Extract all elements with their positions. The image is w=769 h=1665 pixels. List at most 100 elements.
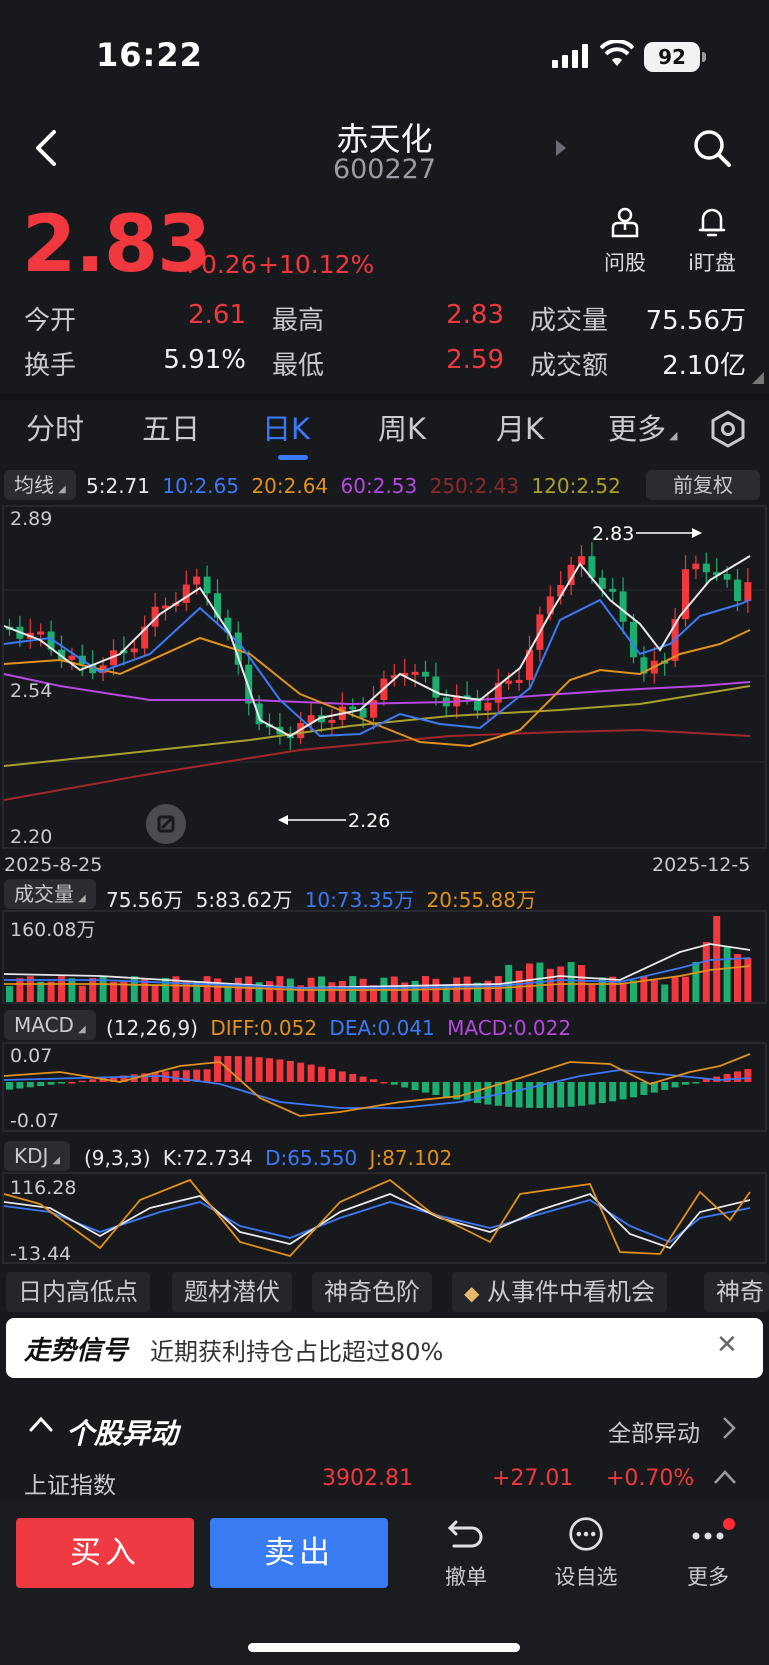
macd-bar xyxy=(557,1082,565,1108)
volume-selector[interactable]: 成交量 ◢ xyxy=(4,879,96,909)
chevron-right-icon[interactable] xyxy=(722,1416,736,1440)
feature-magic-color[interactable]: 神奇色阶 xyxy=(312,1272,432,1312)
macd-bar xyxy=(172,1070,180,1082)
volume-bar xyxy=(432,978,440,1002)
volume-bar xyxy=(234,977,242,1002)
more-dots-icon xyxy=(692,1518,735,1540)
macd-bar xyxy=(567,1082,575,1107)
tab-five-day[interactable]: 五日 xyxy=(142,406,200,448)
add-watchlist-button[interactable]: 设自选 xyxy=(546,1516,626,1591)
volume-bar xyxy=(650,979,658,1002)
feature-magic-more[interactable]: 神奇 xyxy=(704,1272,769,1312)
candle-body xyxy=(692,563,700,570)
volume-chart[interactable] xyxy=(0,910,769,1004)
candle-body xyxy=(515,679,523,683)
candle-body xyxy=(203,576,211,594)
kdj-chart[interactable] xyxy=(0,1172,769,1264)
macd-bar xyxy=(78,1080,86,1083)
kline-date-start: 2025-8-25 xyxy=(4,854,103,876)
macd-bar xyxy=(442,1082,450,1098)
kdj-k-line xyxy=(3,1192,751,1250)
macd-bar xyxy=(307,1064,315,1082)
trend-signal-title: 走势信号 xyxy=(24,1336,129,1366)
macd-bar xyxy=(359,1076,367,1082)
volume-ma10: 10:73.35万 xyxy=(304,888,415,912)
macd-bar xyxy=(422,1082,429,1093)
macd-bar xyxy=(744,1069,752,1082)
volume-values: 75.56万 5:83.62万 10:73.35万 20:55.88万 xyxy=(106,884,542,913)
macd-bar xyxy=(214,1056,221,1082)
macd-dea: DEA:0.041 xyxy=(329,1016,435,1040)
macd-bar xyxy=(68,1082,76,1084)
undo-icon xyxy=(447,1520,483,1548)
macd-bar xyxy=(401,1082,409,1088)
ask-stock-button[interactable]: 问股 xyxy=(594,206,656,277)
search-icon[interactable] xyxy=(692,128,732,168)
kline-chart[interactable] xyxy=(0,504,769,850)
tab-timeshare[interactable]: 分时 xyxy=(26,406,84,448)
settings-hexagon-icon[interactable] xyxy=(710,410,746,448)
sell-button[interactable]: 卖出 xyxy=(210,1518,388,1588)
tab-monthly-k[interactable]: 月K xyxy=(496,406,544,448)
min-price-arrow-icon xyxy=(278,815,346,825)
stat-value-turnover: 5.91% xyxy=(163,345,246,375)
max-price-marker: 2.83 xyxy=(592,523,635,545)
candle-body xyxy=(130,648,138,653)
next-stock-icon[interactable] xyxy=(556,140,566,156)
close-icon[interactable]: ✕ xyxy=(716,1330,738,1360)
volume-ma5: 5:83.62万 xyxy=(195,888,293,912)
cancel-order-button[interactable]: 撤单 xyxy=(426,1516,506,1591)
more-label: 更多 xyxy=(687,1565,729,1589)
ma10-value: 10:2.65 xyxy=(162,474,240,498)
volume-bar xyxy=(130,976,138,1002)
macd-bar xyxy=(370,1079,377,1082)
tab-weekly-k[interactable]: 周K xyxy=(378,406,426,448)
kdj-d-line xyxy=(3,1199,751,1244)
feature-theme-lurk[interactable]: 题材潜伏 xyxy=(172,1272,292,1312)
kdj-selector[interactable]: KDJ ◢ xyxy=(4,1141,71,1171)
home-indicator xyxy=(248,1643,520,1652)
min-price-marker: 2.26 xyxy=(348,810,391,832)
draw-tool-button[interactable] xyxy=(146,804,186,844)
divider xyxy=(0,394,769,400)
volume-bar xyxy=(6,986,13,1002)
macd-bar xyxy=(515,1082,523,1108)
kline-date-end: 2025-12-5 xyxy=(652,854,751,876)
chevron-up-icon[interactable] xyxy=(712,1468,738,1486)
macd-bar xyxy=(203,1069,211,1082)
adjust-selector[interactable]: 前复权 xyxy=(646,470,760,500)
all-anomaly-link[interactable]: 全部异动 xyxy=(608,1414,700,1448)
tab-daily-k[interactable]: 日K xyxy=(262,406,310,448)
chevron-up-icon[interactable] xyxy=(28,1414,54,1434)
volume-bar xyxy=(671,977,679,1002)
macd-bar xyxy=(411,1082,419,1091)
volume-bar xyxy=(567,962,575,1002)
index-change: +27.01 xyxy=(492,1466,574,1491)
ma20-value: 20:2.64 xyxy=(251,474,329,498)
feature-intraday-highlow[interactable]: 日内高低点 xyxy=(6,1272,150,1312)
price-change: +0.26 xyxy=(180,250,257,279)
feature-event-opportunity[interactable]: ◆ 从事件中看机会 xyxy=(452,1272,668,1312)
candle-body xyxy=(484,702,492,711)
buy-button[interactable]: 买入 xyxy=(16,1518,194,1588)
volume-y-top: 160.08万 xyxy=(10,919,96,941)
kdj-j: J:87.102 xyxy=(369,1146,453,1170)
macd-bar xyxy=(26,1082,34,1088)
candle-body xyxy=(422,671,429,677)
tab-more[interactable]: 更多 ◢ xyxy=(608,406,677,448)
macd-bar xyxy=(723,1073,731,1082)
macd-chart[interactable] xyxy=(0,1042,769,1132)
ma-selector[interactable]: 均线 ◢ xyxy=(4,470,76,500)
corner-expand-icon[interactable] xyxy=(752,372,764,384)
stat-value-low: 2.59 xyxy=(446,345,504,375)
stock-anomaly-title: 个股异动 xyxy=(66,1417,179,1450)
volume-bar xyxy=(619,982,627,1002)
stat-value-volume: 75.56万 xyxy=(645,306,746,336)
macd-bar xyxy=(619,1082,627,1100)
more-button[interactable]: 更多 xyxy=(668,1516,748,1591)
candle-body xyxy=(349,706,357,710)
kdj-values: (9,3,3) K:72.734 D:65.550 J:87.102 xyxy=(84,1146,458,1170)
kdj-y-top: 116.28 xyxy=(10,1177,77,1199)
watch-market-button[interactable]: i盯盘 xyxy=(676,206,748,277)
macd-selector[interactable]: MACD ◢ xyxy=(4,1010,96,1040)
